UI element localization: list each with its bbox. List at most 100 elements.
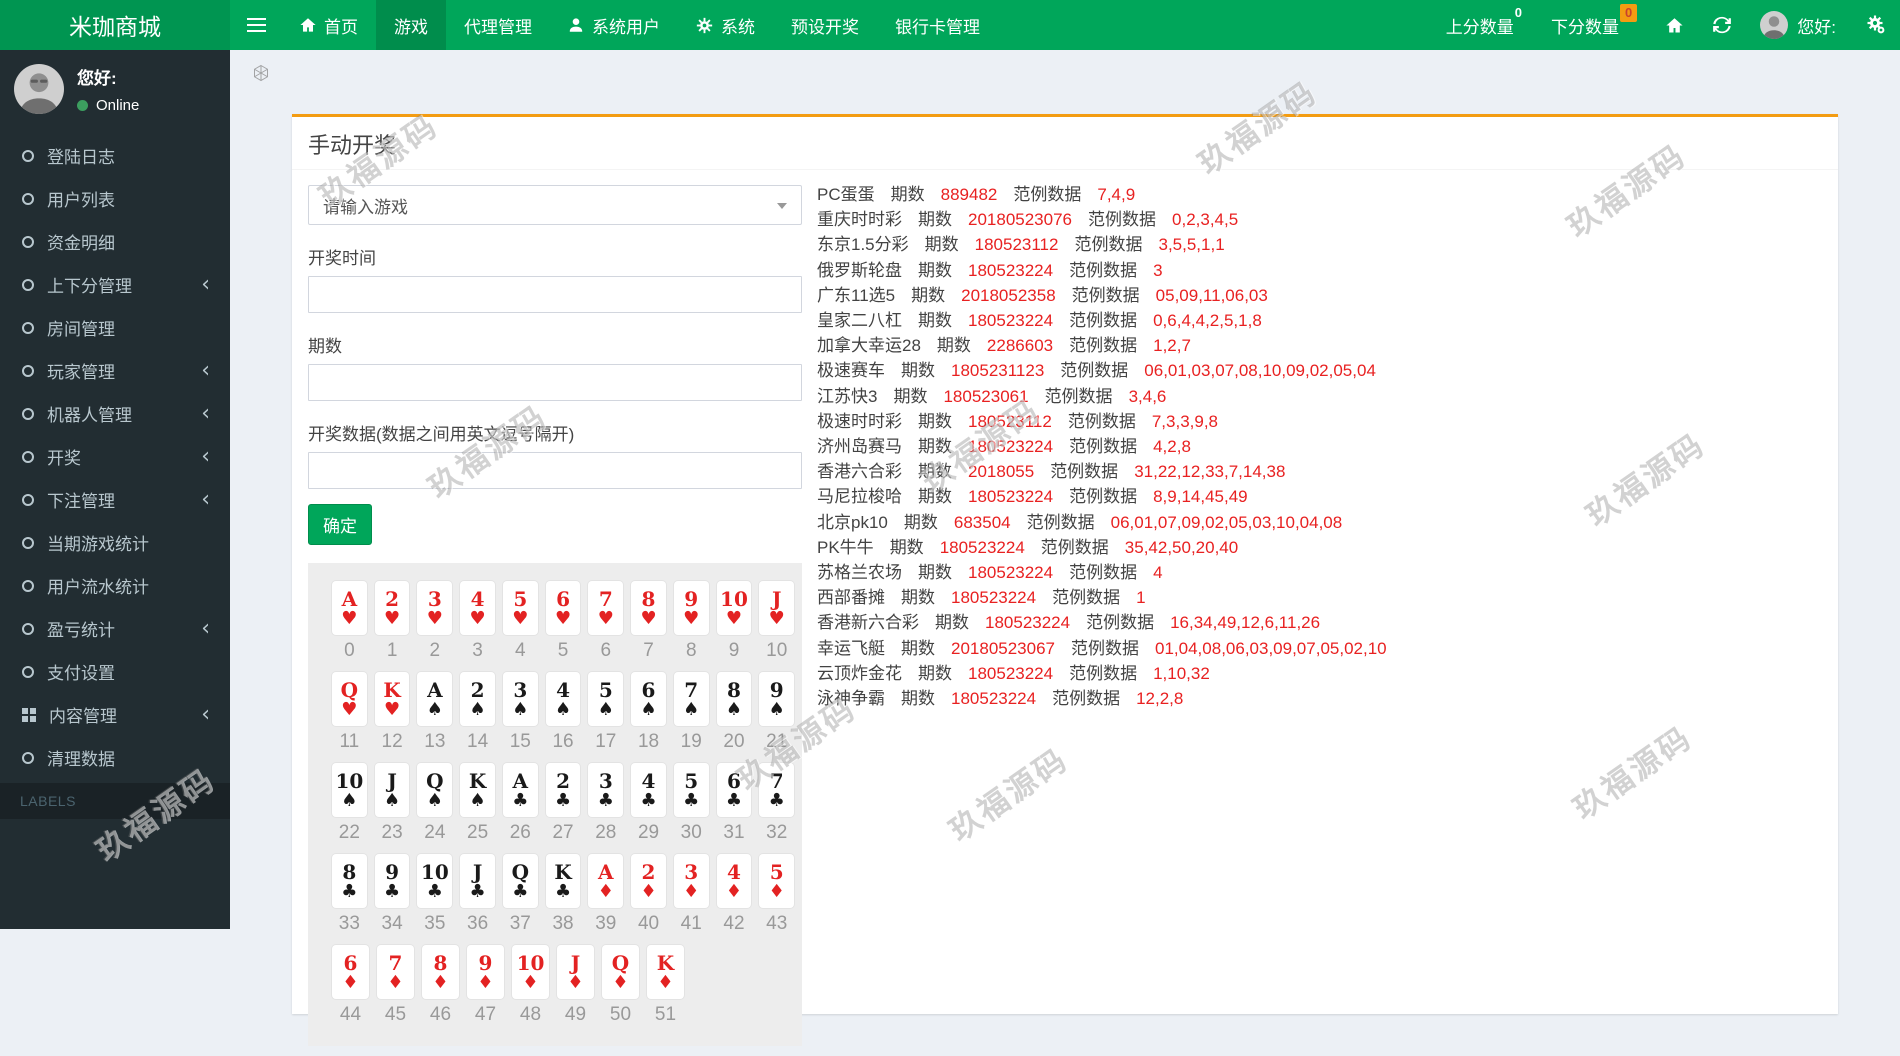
playing-card: 6♣ — [717, 763, 752, 817]
card-cell[interactable]: 6♦44 — [332, 945, 369, 1026]
card-cell[interactable]: 8♦46 — [422, 945, 459, 1026]
sidebar-item[interactable]: 机器人管理‹ — [0, 392, 230, 435]
sidebar-item[interactable]: 内容管理‹ — [0, 693, 230, 736]
up-score-item[interactable]: 上分数量0 — [1431, 13, 1536, 38]
sidebar-item[interactable]: 房间管理 — [0, 306, 230, 349]
card-cell[interactable]: 3♠15 — [503, 672, 538, 753]
sample-value: 1,10,32 — [1153, 664, 1210, 683]
card-cell[interactable]: K♦51 — [647, 945, 684, 1026]
card-cell[interactable]: J♠23 — [375, 763, 410, 844]
card-cell[interactable]: Q♥11 — [332, 672, 367, 753]
sample-value: 06,01,03,07,08,10,09,02,05,04 — [1144, 361, 1376, 380]
status-indicator[interactable]: Online — [77, 97, 139, 114]
card-cell[interactable]: 7♥6 — [588, 581, 623, 662]
card-cell[interactable]: K♠25 — [460, 763, 495, 844]
nav-item[interactable]: 银行卡管理 — [877, 0, 998, 50]
card-cell[interactable]: 8♠20 — [717, 672, 752, 753]
angle-left-icon: ‹ — [201, 704, 210, 726]
card-cell[interactable]: 7♠19 — [674, 672, 709, 753]
card-cell[interactable]: 2♠14 — [460, 672, 495, 753]
card-cell[interactable]: 9♦47 — [467, 945, 504, 1026]
card-cell[interactable]: 7♦45 — [377, 945, 414, 1026]
card-rank: 10 — [335, 771, 363, 791]
submit-button[interactable]: 确定 — [308, 504, 372, 545]
card-cell[interactable]: 2♥1 — [375, 581, 410, 662]
lottery-name: 俄罗斯轮盘 — [817, 261, 902, 280]
card-cell[interactable]: 4♦42 — [717, 854, 752, 935]
card-cell[interactable]: A♦39 — [588, 854, 623, 935]
card-cell[interactable]: 2♦40 — [631, 854, 666, 935]
card-cell[interactable]: J♥10 — [759, 581, 794, 662]
draw-data-input[interactable] — [308, 452, 802, 489]
user-menu[interactable]: 您好: — [1746, 11, 1850, 39]
card-cell[interactable]: K♥12 — [375, 672, 410, 753]
card-cell[interactable]: 10♠22 — [332, 763, 367, 844]
card-suit-icon: ♥ — [341, 610, 357, 628]
card-cell[interactable]: Q♣37 — [503, 854, 538, 935]
nav-item[interactable]: 代理管理 — [446, 0, 550, 50]
card-cell[interactable]: 4♣29 — [631, 763, 666, 844]
sidebar-item[interactable]: 当期游戏统计 — [0, 521, 230, 564]
nav-item[interactable]: 首页 — [282, 0, 376, 50]
sidebar-item[interactable]: 盈亏统计‹ — [0, 607, 230, 650]
card-cell[interactable]: 5♣30 — [674, 763, 709, 844]
down-score-item[interactable]: 下分数量0 — [1536, 13, 1651, 38]
card-cell[interactable]: 3♥2 — [417, 581, 452, 662]
sidebar-item[interactable]: 资金明细 — [0, 220, 230, 263]
card-cell[interactable]: 4♥3 — [460, 581, 495, 662]
card-cell[interactable]: A♠13 — [417, 672, 452, 753]
sidebar-item[interactable]: 用户流水统计 — [0, 564, 230, 607]
card-cell[interactable]: 7♣32 — [759, 763, 794, 844]
card-cell[interactable]: 5♠17 — [588, 672, 623, 753]
nav-item[interactable]: 系统用户 — [550, 0, 678, 50]
card-cell[interactable]: 10♣35 — [417, 854, 452, 935]
card-cell[interactable]: J♦49 — [557, 945, 594, 1026]
card-cell[interactable]: 6♠18 — [631, 672, 666, 753]
card-cell[interactable]: 8♥7 — [631, 581, 666, 662]
sidebar-item[interactable]: 上下分管理‹ — [0, 263, 230, 306]
nav-item[interactable]: 预设开奖 — [773, 0, 877, 50]
draw-time-input[interactable] — [308, 276, 802, 313]
card-cell[interactable]: 9♥8 — [674, 581, 709, 662]
sidebar-item[interactable]: 玩家管理‹ — [0, 349, 230, 392]
playing-card: 2♦ — [631, 854, 666, 908]
card-cell[interactable]: 3♣28 — [588, 763, 623, 844]
card-cell[interactable]: 4♠16 — [546, 672, 581, 753]
sidebar-item[interactable]: 用户列表 — [0, 177, 230, 220]
card-cell[interactable]: 8♣33 — [332, 854, 367, 935]
card-cell[interactable]: Q♦50 — [602, 945, 639, 1026]
card-cell[interactable]: A♣26 — [503, 763, 538, 844]
card-cell[interactable]: 9♠21 — [759, 672, 794, 753]
home-button[interactable] — [1651, 0, 1698, 50]
game-select[interactable]: 请输入游戏 — [308, 185, 802, 225]
card-rank: Q — [426, 771, 443, 791]
card-cell[interactable]: 10♦48 — [512, 945, 549, 1026]
card-cell[interactable]: 6♥5 — [546, 581, 581, 662]
card-cell[interactable]: A♥0 — [332, 581, 367, 662]
refresh-button[interactable] — [1698, 0, 1746, 50]
sidebar-item[interactable]: 开奖‹ — [0, 435, 230, 478]
sidebar-item[interactable]: 登陆日志 — [0, 134, 230, 177]
card-cell[interactable]: 2♣27 — [546, 763, 581, 844]
sidebar-item[interactable]: 下注管理‹ — [0, 478, 230, 521]
nav-item[interactable]: 系统 — [678, 0, 773, 50]
nav-item[interactable]: 游戏 — [376, 0, 446, 50]
card-cell[interactable]: K♣38 — [546, 854, 581, 935]
avatar — [14, 64, 64, 114]
card-cell[interactable]: Q♠24 — [417, 763, 452, 844]
card-cell[interactable]: 6♣31 — [717, 763, 752, 844]
sidebar-item[interactable]: 支付设置 — [0, 650, 230, 693]
card-cell[interactable]: 5♥4 — [503, 581, 538, 662]
brand-logo[interactable]: 米珈商城 — [0, 0, 230, 50]
sidebar-toggle-button[interactable] — [230, 0, 282, 50]
card-number: 30 — [674, 822, 709, 844]
period-input[interactable] — [308, 364, 802, 401]
card-cell[interactable]: J♣36 — [460, 854, 495, 935]
card-cell[interactable]: 3♦41 — [674, 854, 709, 935]
sidebar-item[interactable]: 清理数据 — [0, 736, 230, 779]
card-cell[interactable]: 5♦43 — [759, 854, 794, 935]
card-cell[interactable]: 9♣34 — [375, 854, 410, 935]
period-label: 期数 — [901, 689, 935, 708]
card-cell[interactable]: 10♥9 — [717, 581, 752, 662]
settings-button[interactable] — [1850, 0, 1900, 50]
